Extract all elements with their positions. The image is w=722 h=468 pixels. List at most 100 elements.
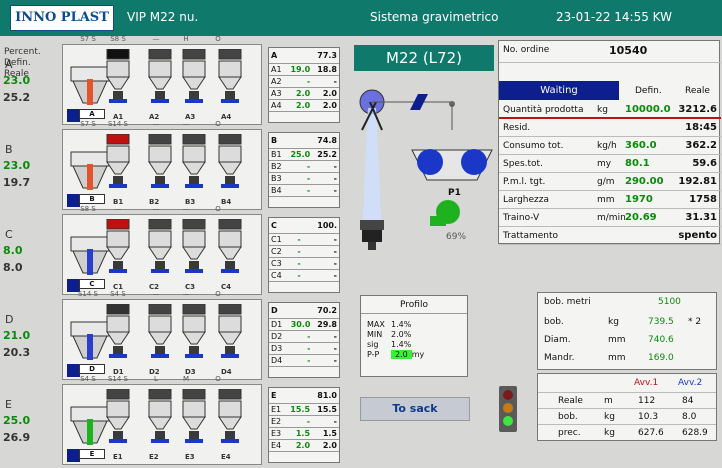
formula-row[interactable]: E2- - (269, 415, 339, 428)
component-label: E2 (269, 415, 286, 428)
component-defin: 30.0 (286, 318, 313, 331)
hopper-name: O (215, 205, 221, 213)
formula-row[interactable]: D3- - (269, 342, 339, 355)
hopper-icon[interactable] (181, 49, 207, 105)
component-label: E4 (269, 439, 286, 452)
winder-v1: 627.6 (638, 428, 664, 438)
hopper-icon[interactable] (147, 389, 173, 445)
hopper-icon[interactable] (105, 219, 131, 275)
production-row: Spes.tot. my 80.1 59.6 (499, 155, 721, 173)
winder-right-icon (461, 149, 487, 175)
dosing-unit[interactable]: B S7 S S14 S — — O B1 B2 B3 B4 (62, 120, 262, 210)
hopper-icon[interactable] (105, 389, 131, 445)
formula-head: A (269, 48, 286, 64)
hopper-icon[interactable] (217, 304, 243, 360)
formula-row[interactable]: D2- - (269, 330, 339, 343)
component-reale: 2.0 (312, 87, 339, 100)
to-sack-button[interactable]: To sack (360, 397, 470, 421)
component-defin: - (291, 233, 303, 246)
dosing-unit[interactable]: C S8 S — — — O C1 C2 C3 C4 (62, 205, 262, 295)
hopper-icon[interactable] (147, 304, 173, 360)
formula-row[interactable]: A2- - (269, 75, 339, 88)
component-reale: - (312, 415, 339, 428)
formula-row[interactable]: C1- - (269, 233, 339, 246)
formula-row[interactable]: B3- - (269, 172, 339, 185)
formula-head-value: 100. (302, 218, 339, 234)
production-reale: 3212.6 (678, 104, 717, 115)
hopper-icon[interactable] (105, 134, 131, 190)
formula-row[interactable]: C2- - (269, 245, 339, 258)
formula-row[interactable]: E1 15.5 15.5 (269, 403, 339, 416)
hopper-icon[interactable] (147, 49, 173, 105)
hopper-icon[interactable] (217, 134, 243, 190)
formula-row[interactable]: C4- - (269, 269, 339, 282)
traffic-light-icon (499, 386, 517, 432)
order-row: No. ordine 10540 (499, 41, 721, 63)
hopper-name: O (215, 375, 221, 383)
production-unit: kg (597, 105, 608, 115)
formula-row[interactable]: E4 2.0 2.0 (269, 439, 339, 452)
formula-head: D (269, 303, 286, 319)
hopper-icon[interactable] (181, 134, 207, 190)
pp-value: 2.0 (391, 350, 412, 359)
pump-p1[interactable]: P1 69% (428, 188, 468, 248)
hopper-icon[interactable] (217, 219, 243, 275)
hopper-icon[interactable] (181, 389, 207, 445)
hopper-icon[interactable] (147, 219, 173, 275)
min-label: MIN (367, 330, 383, 339)
winder-row: Reale m 112 84 (538, 392, 716, 408)
component-reale: 2.0 (312, 99, 339, 112)
avv2-header: Avv.2 (678, 378, 703, 388)
formula-row[interactable]: B4- - (269, 184, 339, 197)
hopper-icon[interactable] (105, 304, 131, 360)
formula-head: E (269, 388, 286, 404)
hopper-icon[interactable] (217, 49, 243, 105)
formula-head-value: 81.0 (312, 388, 339, 404)
component-defin: 19.0 (285, 63, 313, 76)
component-defin: - (291, 257, 303, 270)
hopper-name: — (152, 290, 160, 298)
formula-row[interactable]: D1 30.0 29.8 (269, 318, 339, 331)
mandr-value: 169.0 (648, 353, 674, 363)
hopper-icon[interactable] (147, 134, 173, 190)
bubble-icon (362, 108, 382, 230)
production-reale: spento (678, 230, 717, 241)
formula-head-value: 70.2 (312, 303, 339, 319)
row-reale-value: 8.0 (3, 261, 23, 274)
hopper-icon[interactable] (105, 49, 131, 105)
formula-row[interactable]: B1 25.0 25.2 (269, 148, 339, 161)
production-reale: 18:45 (685, 122, 717, 133)
formula-row[interactable]: E3 1.5 1.5 (269, 427, 339, 440)
row-defin-value: 8.0 (3, 244, 23, 257)
hopper-icon[interactable] (181, 219, 207, 275)
dosing-unit[interactable]: A S7 S S8 S — H O A1 A2 A3 A4 (62, 35, 262, 125)
formula-row[interactable]: A1 19.0 18.8 (269, 63, 339, 76)
hopper-name: S14 S (77, 290, 99, 298)
component-defin: - (285, 160, 313, 173)
formula-row-e: E 25.0 26.9 E S4 S S14 S L M O E1 E2 E3 E4 E 81.0 E1 15.… (0, 375, 345, 466)
dosing-unit[interactable]: E S4 S S14 S L M O E1 E2 E3 E4 (62, 375, 262, 465)
component-defin: - (285, 75, 313, 88)
formula-row[interactable]: B2- - (269, 160, 339, 173)
winder-v2: 628.9 (682, 428, 708, 438)
avv1-header: Avv.1 (634, 378, 659, 388)
winder-v1: 10.3 (638, 412, 659, 422)
dosing-unit[interactable]: D S14 S S4 S — — O D1 D2 D3 D4 (62, 290, 262, 380)
hopper-name: — (152, 205, 160, 213)
formula-table: D 70.2 D1 30.0 29.8 D2- - D3- - D4- - (268, 302, 340, 378)
row-defin-value: 21.0 (3, 329, 31, 342)
hopper-icon[interactable] (181, 304, 207, 360)
formula-row[interactable]: A3 2.0 2.0 (269, 87, 339, 100)
component-label: D1 (269, 318, 286, 331)
hopper-name: — (152, 120, 160, 128)
order-label: No. ordine (503, 45, 550, 55)
production-label: Resid. (503, 123, 531, 133)
formula-table: A 77.3 A1 19.0 18.8 A2- - A3 2.0 2.0 A4 2.0 2.0 (268, 47, 340, 123)
col-reale: Reale (685, 86, 710, 96)
hopper-icon[interactable] (217, 389, 243, 445)
formula-row[interactable]: C3- - (269, 257, 339, 270)
formula-row[interactable]: D4- - (269, 354, 339, 367)
production-label: Consumo tot. (503, 141, 564, 151)
component-reale: - (302, 233, 339, 246)
formula-row[interactable]: A4 2.0 2.0 (269, 99, 339, 112)
